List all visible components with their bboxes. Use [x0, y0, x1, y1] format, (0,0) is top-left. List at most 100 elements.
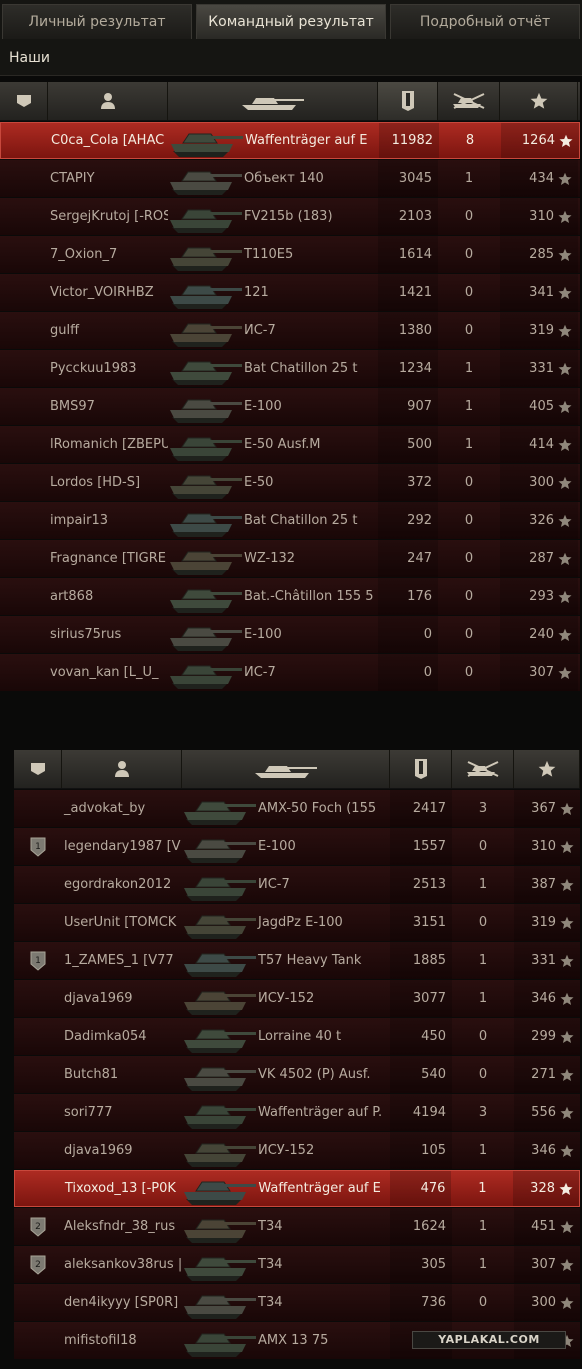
tab-team-result[interactable]: Командный результат: [196, 4, 386, 39]
player-row[interactable]: Fragnance [TIGRE WZ-132 247 0 287: [0, 540, 580, 577]
achievement-badge: [14, 1018, 62, 1055]
achievement-badge: 1: [14, 942, 62, 979]
achievement-badge: [0, 388, 48, 425]
player-row[interactable]: Lordos [HD-S] E-50 372 0 300: [0, 464, 580, 501]
player-row[interactable]: impair13 Bat Chatillon 25 t 292 0 326: [0, 502, 580, 539]
player-row[interactable]: djava1969 ИСУ-152 105 1 346: [14, 1132, 580, 1169]
kills-value: 1: [478, 1219, 488, 1234]
tab-bar: Личный результат Командный результат Под…: [0, 0, 582, 40]
player-row[interactable]: art868 Bat.-Châtillon 155 5 176 0 293: [0, 578, 580, 615]
player-row[interactable]: 1 legendary1987 [V E-100 1557 0 310: [14, 828, 580, 865]
xp-value: 285: [529, 247, 554, 262]
player-row[interactable]: lRomanich [ZBEPU E-50 Ausf.M 500 1 414: [0, 426, 580, 463]
player-row[interactable]: SergejKrutoj [-ROS FV215b (183) 2103 0 310: [0, 198, 580, 235]
player-name: UserUnit [TOMCK: [64, 915, 177, 930]
kills-value: 0: [464, 475, 474, 490]
tank-cell: ИС-7: [168, 312, 378, 349]
player-row[interactable]: djava1969 ИСУ-152 3077 1 346: [14, 980, 580, 1017]
tank-name: T34: [258, 1219, 283, 1234]
column-header-player-icon[interactable]: [48, 82, 168, 120]
xp-value: 346: [531, 991, 556, 1006]
tank-cell: JagdPz E-100: [182, 904, 390, 941]
xp-value: 451: [531, 1219, 556, 1234]
svg-text:1: 1: [35, 956, 41, 966]
tank-name: 121: [244, 285, 269, 300]
column-header-kills-icon[interactable]: [452, 750, 514, 788]
damage-value: 540: [390, 1056, 452, 1093]
tank-cell: Bat Chatillon 25 t: [168, 502, 378, 539]
player-name: Fragnance [TIGRE: [50, 551, 166, 566]
tank-cell: E-100: [182, 828, 390, 865]
player-row[interactable]: Dadimka054 Lorraine 40 t 450 0 299: [14, 1018, 580, 1055]
tank-silhouette-icon: [184, 801, 256, 825]
damage-value: 105: [390, 1132, 452, 1169]
player-row[interactable]: BMS97 E-100 907 1 405: [0, 388, 580, 425]
column-header-badge-icon[interactable]: [0, 82, 48, 120]
xp-star-icon: [560, 802, 574, 816]
achievement-badge: [14, 1322, 62, 1359]
player-row[interactable]: CTAPIY Объект 140 3045 1 434: [0, 160, 580, 197]
xp-value: 307: [529, 665, 554, 680]
xp-cell: 328: [513, 1171, 579, 1206]
kills-value: 1: [464, 399, 474, 414]
tank-cell: ИСУ-152: [182, 1132, 390, 1169]
tank-name: ИС-7: [244, 323, 276, 338]
tab-detailed-report[interactable]: Подробный отчёт: [390, 4, 580, 39]
damage-value: 476: [389, 1171, 452, 1206]
xp-star-icon: [560, 1030, 574, 1044]
player-row[interactable]: egordrakon2012 ИС-7 2513 1 387: [14, 866, 580, 903]
column-header-xp-star-icon[interactable]: [500, 82, 578, 120]
tank-name: FV215b (183): [244, 209, 333, 224]
column-header-damage-icon[interactable]: [378, 82, 438, 120]
tab-personal-result[interactable]: Личный результат: [2, 4, 192, 39]
tank-silhouette-icon: [184, 1219, 256, 1243]
player-row[interactable]: sirius75rus E-100 0 0 240: [0, 616, 580, 653]
xp-star-icon: [559, 1182, 573, 1196]
column-header-badge-icon[interactable]: [14, 750, 62, 788]
kills-value: 0: [478, 1067, 488, 1082]
kills-value: 8: [465, 133, 475, 148]
tank-silhouette-icon: [184, 877, 256, 901]
achievement-badge: [14, 1056, 62, 1093]
tank-silhouette-icon: [170, 589, 242, 613]
tank-name: E-50 Ausf.M: [244, 437, 321, 452]
player-row[interactable]: _advokat_by AMX-50 Foch (155 2417 3 367: [14, 790, 580, 827]
player-row[interactable]: den4ikyyy [SP0R] T34 736 0 300: [14, 1284, 580, 1321]
xp-star-icon: [560, 1220, 574, 1234]
xp-star-icon: [558, 324, 572, 338]
tank-name: AMX 13 75: [258, 1333, 329, 1348]
column-header-player-icon[interactable]: [62, 750, 182, 788]
column-header-tank-icon[interactable]: [168, 82, 378, 120]
damage-value: 11982: [379, 123, 439, 158]
column-header-damage-icon[interactable]: [390, 750, 452, 788]
tank-cell: T34: [182, 1246, 390, 1283]
player-row[interactable]: Butch81 VK 4502 (P) Ausf. 540 0 271: [14, 1056, 580, 1093]
damage-value: 1380: [378, 312, 438, 349]
player-row-highlighted[interactable]: Tixoxod_13 [-P0K Waffenträger auf E 476 1 32…: [14, 1170, 580, 1207]
column-header-kills-icon[interactable]: [438, 82, 500, 120]
achievement-badge: [0, 540, 48, 577]
player-row[interactable]: Pycckuu1983 Bat Chatillon 25 t 1234 1 331: [0, 350, 580, 387]
player-row[interactable]: 2 Aleksfndr_38_rus T34 1624 1 451: [14, 1208, 580, 1245]
kills-value: 0: [464, 209, 474, 224]
player-row[interactable]: 1 1_ZAMES_1 [V77 T57 Heavy Tank 1885 1 331: [14, 942, 580, 979]
kills-value: 1: [464, 361, 474, 376]
tank-name: Bat Chatillon 25 t: [244, 361, 358, 376]
player-row[interactable]: 2 aleksankov38rus | T34 305 1 307: [14, 1246, 580, 1283]
player-row[interactable]: sori777 Waffenträger auf P. 4194 3 556: [14, 1094, 580, 1131]
player-row[interactable]: vovan_kan [L_U_ ИС-7 0 0 307: [0, 654, 580, 691]
player-row[interactable]: UserUnit [TOMCK JagdPz E-100 3151 0 319: [14, 904, 580, 941]
achievement-badge: [0, 578, 48, 615]
player-row[interactable]: 7_Oxion_7 T110E5 1614 0 285: [0, 236, 580, 273]
svg-text:1: 1: [35, 842, 41, 852]
column-header-xp-star-icon[interactable]: [514, 750, 580, 788]
achievement-badge: [14, 1284, 62, 1321]
player-name: vovan_kan [L_U_: [50, 665, 159, 680]
player-row[interactable]: gulff ИС-7 1380 0 319: [0, 312, 580, 349]
tank-cell: T34: [182, 1208, 390, 1245]
xp-cell: 285: [500, 236, 578, 273]
column-header-tank-icon[interactable]: [182, 750, 390, 788]
tank-name: WZ-132: [244, 551, 296, 566]
player-row[interactable]: Victor_VOIRHBZ 121 1421 0 341: [0, 274, 580, 311]
player-row-highlighted[interactable]: C0ca_Cola [AHAC Waffenträger auf E 11982 8 1…: [0, 122, 580, 159]
